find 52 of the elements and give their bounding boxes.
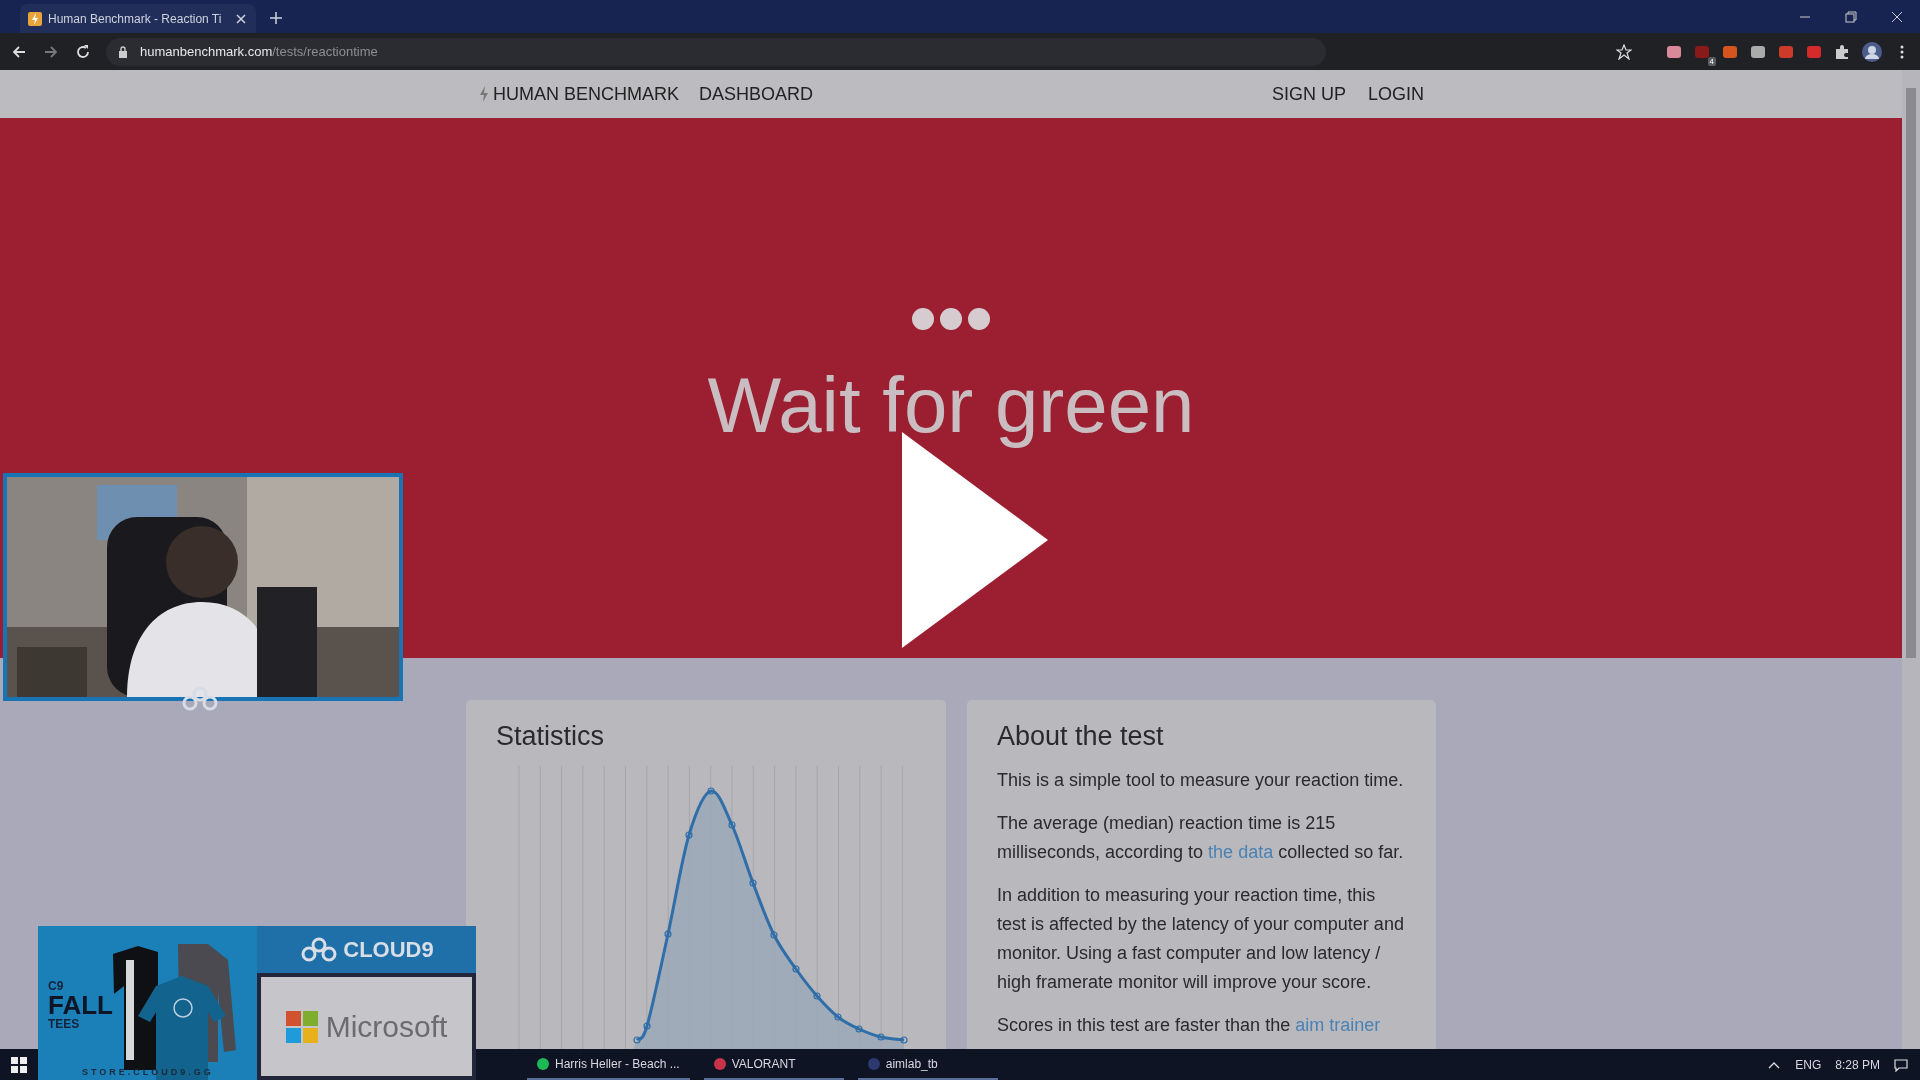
taskbar-app[interactable]: aimlab_tb: [857, 1049, 998, 1080]
paragraph: This is a simple tool to measure your reaction time.: [997, 769, 1405, 792]
puzzle-icon[interactable]: [1834, 43, 1850, 60]
extension-icon[interactable]: [1750, 43, 1766, 60]
plus-icon[interactable]: [268, 10, 284, 26]
ad-kicker: C9: [48, 980, 65, 992]
lightning-icon: [28, 11, 42, 26]
card-title: About the test: [997, 720, 1165, 752]
extension-badge: 4: [1707, 56, 1716, 66]
clock[interactable]: 8:28 PM: [1835, 1057, 1880, 1072]
scrollbar-thumb[interactable]: [1906, 88, 1916, 658]
star-icon[interactable]: [1616, 43, 1632, 60]
extension-icon[interactable]: [1722, 43, 1738, 60]
tab-title: Human Benchmark - Reaction Ti: [48, 11, 223, 26]
card-title: Statistics: [496, 720, 606, 752]
nav-link[interactable]: SIGN UP: [1271, 83, 1346, 105]
team-name: CLOUD9: [343, 936, 434, 963]
scrollbar[interactable]: [1902, 70, 1920, 1049]
test-message: Wait for green: [707, 363, 1195, 449]
ad-headline: FALL: [48, 992, 113, 1018]
app-icon: [713, 1057, 726, 1070]
ad-subhead: TEES: [48, 1018, 81, 1030]
paragraph: In addition to measuring your reaction time, this test is affected by the latency of your computer and monitor. Using a fast computer and low latency / high framerate monitor will improve your score.: [997, 884, 1405, 994]
dots-icon: [911, 307, 991, 331]
nav-link[interactable]: LOGIN: [1368, 83, 1424, 105]
lock-icon: [116, 44, 130, 59]
store-url: STORE.CLOUD9.GG: [82, 1067, 214, 1077]
four-squares-icon: [285, 1010, 318, 1043]
browser-tab[interactable]: Human Benchmark - Reaction Ti: [20, 4, 256, 33]
app-icon: [537, 1057, 549, 1070]
reload-icon[interactable]: [74, 42, 92, 61]
address-field[interactable]: humanbenchmark.com/tests/reactiontime: [106, 37, 1326, 66]
app-icon: [867, 1057, 880, 1070]
extension-icon[interactable]: [1806, 43, 1822, 60]
test-area[interactable]: Wait for green: [0, 118, 1902, 658]
sponsor-name: Microsoft: [325, 1009, 448, 1044]
paragraph: The average (median) reaction time is 215 milliseconds, according to the data collected so far.: [997, 812, 1405, 864]
cloud-logo-icon: [180, 686, 220, 712]
windows-icon: [11, 1056, 27, 1073]
taskbar-app[interactable]: Harris Heller - Beach ...: [527, 1049, 690, 1080]
lightning-icon: [479, 86, 489, 102]
taskbar-app[interactable]: VALORANT: [703, 1049, 844, 1080]
language-indicator[interactable]: ENG: [1795, 1057, 1822, 1072]
brand-link[interactable]: HUMAN BENCHMARK: [479, 83, 679, 105]
avatar-icon[interactable]: [1862, 41, 1882, 62]
paragraph: Scores in this test are faster than the aim trainer: [997, 1014, 1382, 1037]
nav-link[interactable]: DASHBOARD: [699, 83, 814, 105]
close-icon[interactable]: [234, 11, 248, 26]
extension-icon[interactable]: [1666, 43, 1682, 60]
extension-icon[interactable]: [1778, 43, 1794, 60]
notification-icon[interactable]: [1894, 1057, 1908, 1072]
url-text: humanbenchmark.com/tests/reactiontime: [140, 44, 378, 59]
